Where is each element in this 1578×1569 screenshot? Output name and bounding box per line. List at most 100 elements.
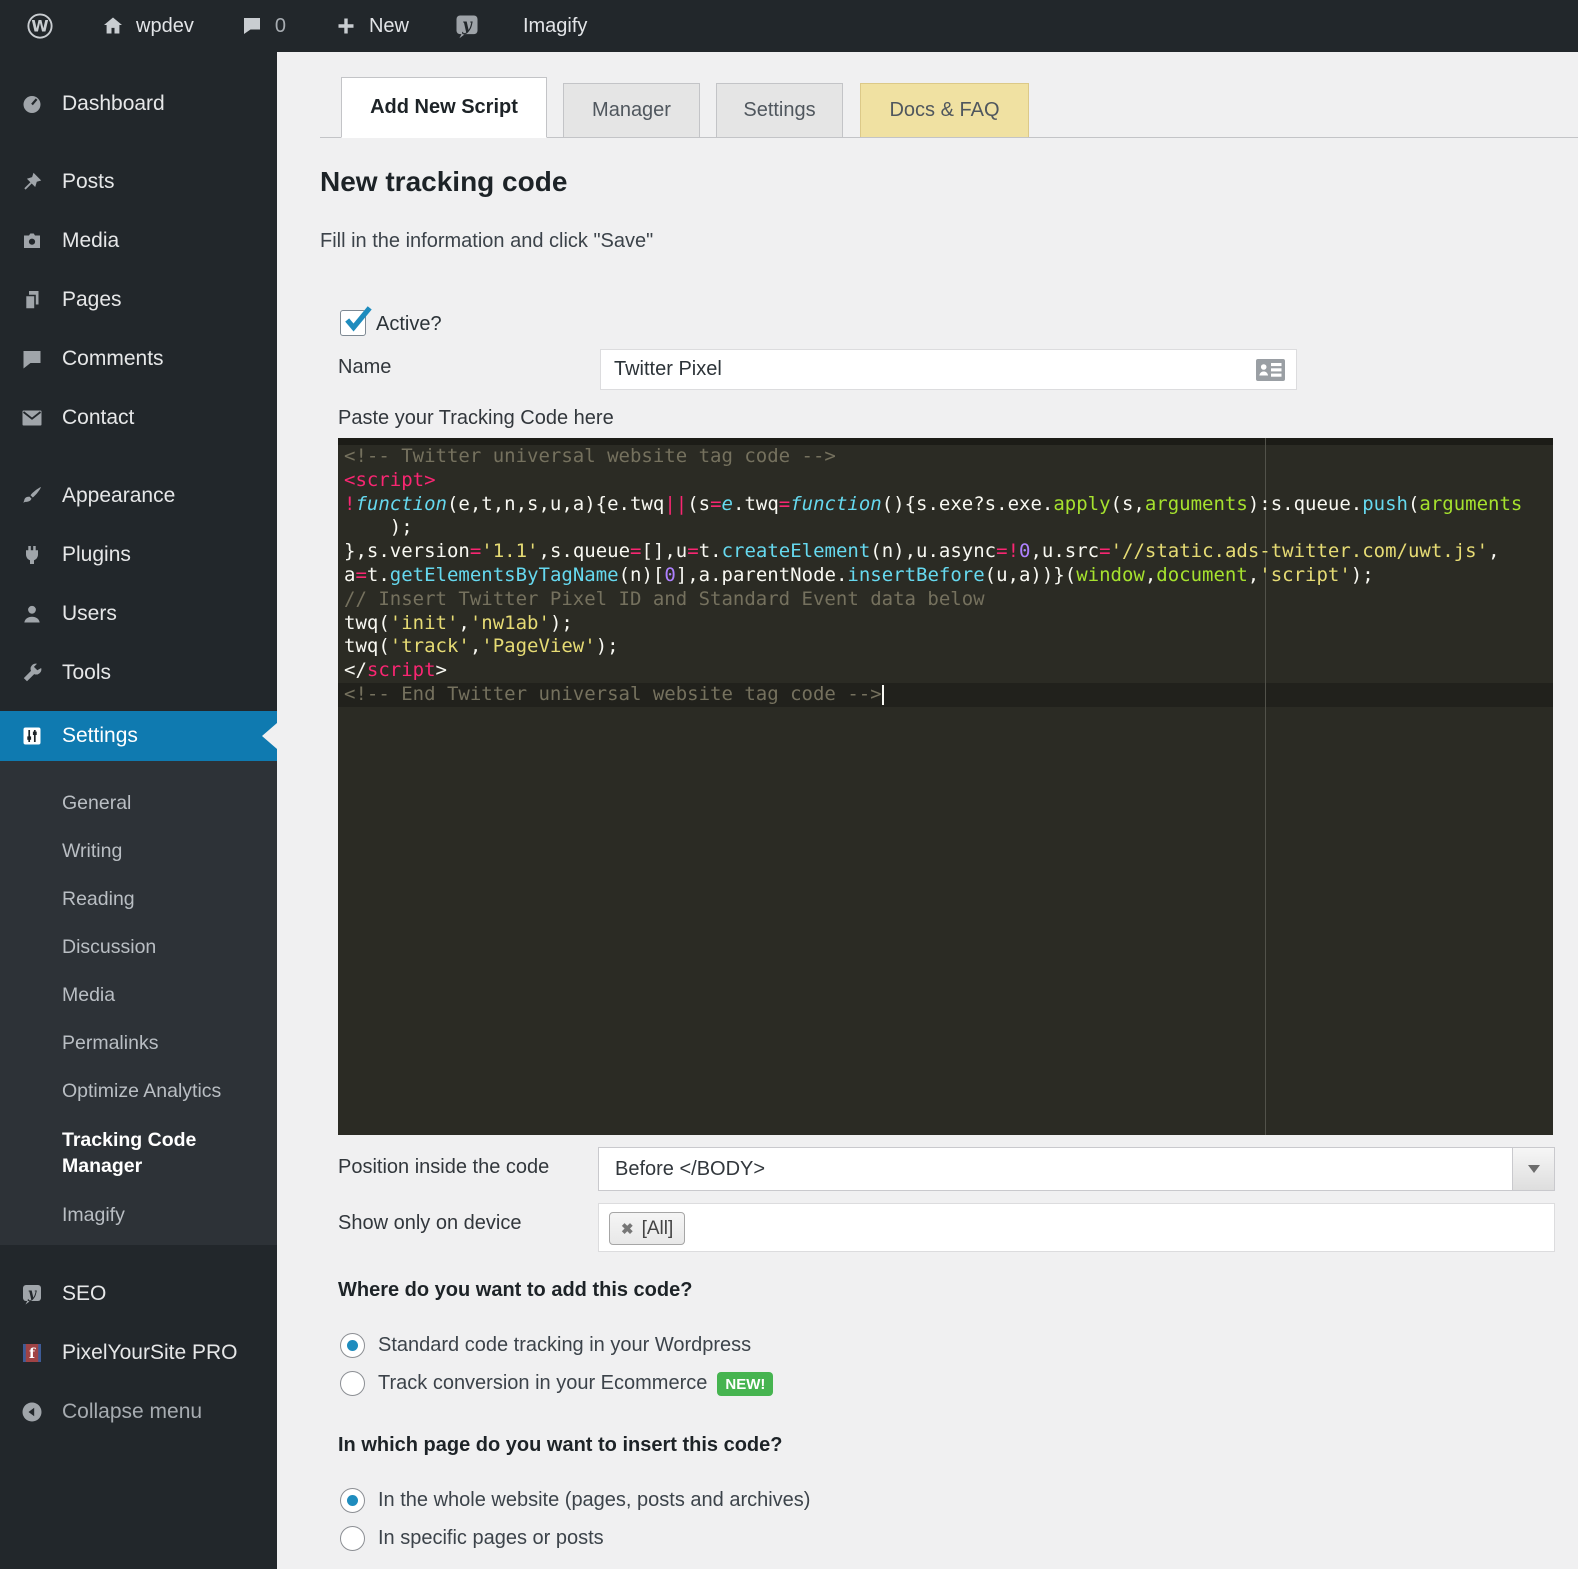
radio-unselected[interactable] [340,1526,365,1551]
radio-unselected[interactable] [340,1371,365,1396]
sidebar-subitem-reading[interactable]: Reading [0,875,277,923]
sidebar-subitem-media[interactable]: Media [0,971,277,1019]
sidebar-item-pixelyoursite-pro[interactable]: f PixelYourSite PRO [0,1323,277,1382]
site-name-menu[interactable]: wpdev [86,0,209,52]
sidebar-subitem-writing[interactable]: Writing [0,827,277,875]
tab-docs-faq[interactable]: Docs & FAQ [860,83,1029,137]
sidebar-item-label: Tools [62,661,111,685]
sidebar-item-media[interactable]: Media [0,211,277,270]
insert-page-option-in-the-whole-website-pages-posts-and-arc[interactable]: In the whole website (pages, posts and a… [340,1488,810,1513]
current-menu-arrow [262,723,277,749]
code-line: twq('track','PageView'); [338,635,1553,659]
sidebar-subitem-discussion[interactable]: Discussion [0,923,277,971]
main-content: Add New ScriptManagerSettingsDocs & FAQ … [277,52,1578,1569]
collapse-arrow-icon [20,1400,44,1424]
sidebar-item-seo[interactable]: y SEO [0,1264,277,1323]
settings-sliders-icon [20,724,44,748]
sidebar-subitem-permalinks[interactable]: Permalinks [0,1019,277,1067]
sidebar-item-label: Contact [62,406,134,430]
tracking-type-option-track-conversion-in-your-ecommerce[interactable]: Track conversion in your EcommerceNEW! [340,1371,773,1396]
sidebar-item-posts[interactable]: Posts [0,152,277,211]
sidebar-item-label: Plugins [62,543,131,567]
radio-selected[interactable] [340,1333,365,1358]
sidebar-subitem-tracking-code-manager[interactable]: Tracking Code Manager [0,1115,277,1191]
admin-bar: W wpdev 0 New y Imagify [0,0,1578,52]
tracking-type-option-standard-code-tracking-in-your-wordpress[interactable]: Standard code tracking in your Wordpress [340,1333,751,1358]
radio-label: Standard code tracking in your Wordpress [378,1334,751,1357]
camera-icon [20,229,44,253]
contact-card-icon[interactable] [1255,358,1286,382]
comments-menu[interactable]: 0 [225,0,301,52]
sidebar-item-label: Posts [62,170,115,194]
sidebar-item-contact[interactable]: Contact [0,388,277,447]
radio-selected[interactable] [340,1488,365,1513]
code-line: twq('init','nw1ab'); [338,612,1553,636]
sidebar-item-label: Comments [62,347,164,371]
sidebar-item-dashboard[interactable]: Dashboard [0,74,277,133]
sidebar-item-label: Settings [62,724,138,748]
comment-bubble-icon [20,347,44,371]
sidebar-subitem-label: Reading [62,886,135,912]
sidebar-subitem-label: Writing [62,838,122,864]
brush-icon [20,484,44,508]
imagify-menu[interactable]: Imagify [508,0,602,52]
pixelyoursite-icon: f [20,1341,44,1365]
sidebar-item-comments[interactable]: Comments [0,329,277,388]
device-label: Show only on device [338,1210,521,1236]
sidebar-item-users[interactable]: Users [0,584,277,643]
question-where-title: Where do you want to add this code? [338,1279,692,1302]
tab-add-new-script[interactable]: Add New Script [341,77,547,138]
sidebar-item-label: SEO [62,1282,106,1306]
wp-logo-menu[interactable]: W [10,0,70,52]
select-dropdown-button[interactable] [1512,1148,1554,1190]
pages-icon [20,288,44,312]
chevron-down-icon [1528,1165,1540,1173]
sidebar-subitem-label: General [62,790,131,816]
name-input[interactable] [600,349,1297,390]
home-icon [101,14,125,38]
new-badge: NEW! [717,1372,773,1396]
sidebar-item-collapse-menu[interactable]: Collapse menu [0,1382,277,1441]
sidebar-item-label: Users [62,602,117,626]
page-subtitle: Fill in the information and click "Save" [320,230,653,253]
code-line: ); [338,516,1553,540]
tracking-code-editor[interactable]: <!-- Twitter universal website tag code … [338,438,1553,1135]
wrench-icon [20,661,44,685]
sidebar-item-plugins[interactable]: Plugins [0,525,277,584]
tab-manager[interactable]: Manager [563,83,700,137]
sidebar-item-pages[interactable]: Pages [0,270,277,329]
device-chip: ✖ [All] [609,1212,685,1245]
active-label: Active? [376,311,442,337]
wordpress-logo-icon: W [25,11,55,41]
remove-chip-icon[interactable]: ✖ [621,1220,634,1238]
insert-page-option-in-specific-pages-or-posts[interactable]: In specific pages or posts [340,1526,604,1551]
yoast-menu[interactable]: y [438,0,496,52]
sidebar: Dashboard Posts Media Pages Comments Contact A… [0,52,277,1569]
device-multiselect[interactable]: ✖ [All] [598,1203,1555,1252]
sidebar-subitem-general[interactable]: General [0,779,277,827]
position-select-value: Before </BODY> [615,1148,765,1190]
sidebar-subitem-imagify[interactable]: Imagify [0,1191,277,1239]
name-label: Name [338,354,391,380]
sidebar-item-tools[interactable]: Tools [0,643,277,702]
yoast-icon: y [20,1282,44,1306]
sidebar-item-label: Pages [62,288,122,312]
sidebar-item-appearance[interactable]: Appearance [0,466,277,525]
sidebar-subitem-label: Tracking Code Manager [62,1127,222,1179]
svg-text:f: f [29,1346,36,1362]
sidebar-subitem-optimize-analytics[interactable]: Optimize Analytics [0,1067,277,1115]
sidebar-item-settings[interactable]: Settings [0,711,277,761]
envelope-icon [20,406,44,430]
position-select[interactable]: Before </BODY> [598,1147,1555,1191]
code-line: <script> [338,469,1553,493]
paste-code-label: Paste your Tracking Code here [338,405,614,431]
new-content-menu[interactable]: New [319,0,424,52]
pushpin-icon [20,170,44,194]
sidebar-item-label: Media [62,229,119,253]
imagify-label: Imagify [523,15,587,38]
active-checkbox[interactable] [340,310,366,336]
sidebar-item-label: PixelYourSite PRO [62,1341,237,1365]
code-line: <!-- Twitter universal website tag code … [338,445,1553,469]
svg-text:W: W [31,18,48,36]
tab-settings[interactable]: Settings [716,83,843,137]
